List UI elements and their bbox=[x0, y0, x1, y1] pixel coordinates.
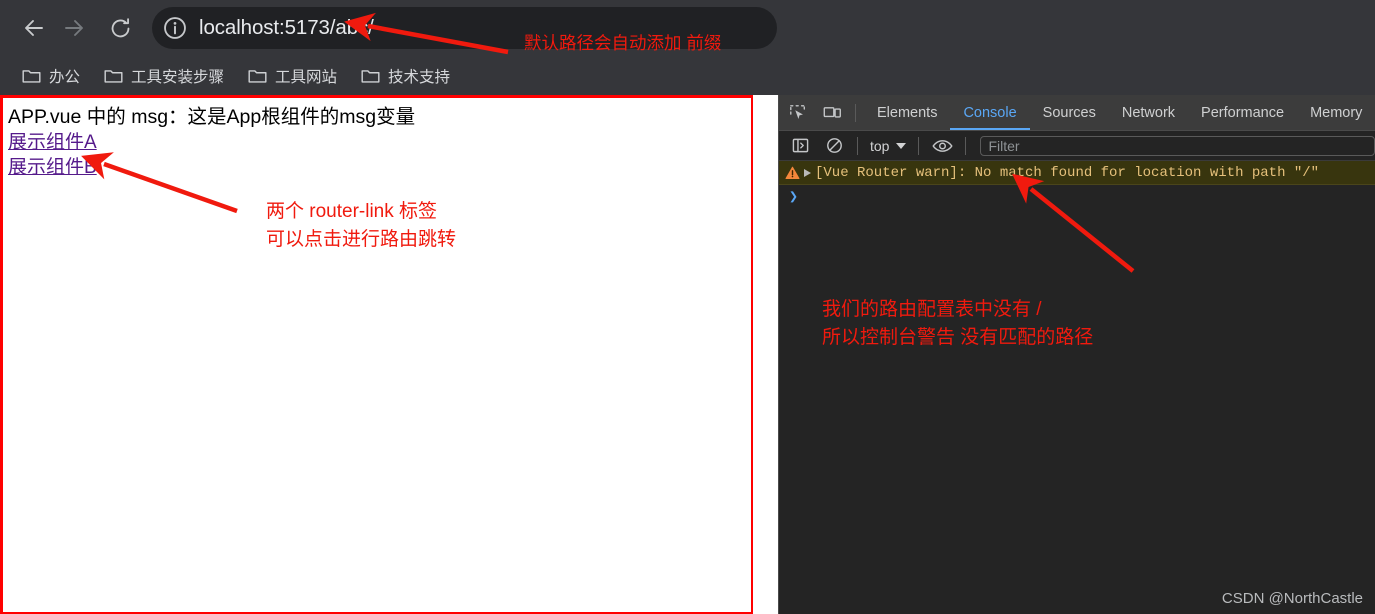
app-content: APP.vue 中的 msg：这是App根组件的msg变量 展示组件A 展示组件… bbox=[6, 101, 753, 180]
bookmark-item-tech-support[interactable]: 技术支持 bbox=[353, 62, 458, 90]
reload-icon bbox=[111, 17, 129, 37]
arrow-left-icon bbox=[25, 20, 43, 36]
bookmark-item-tool-sites[interactable]: 工具网站 bbox=[240, 62, 345, 90]
bookmarks-bar: 办公 工具安装步骤 工具网站 技术支持 bbox=[0, 56, 1375, 95]
device-toolbar-icon bbox=[823, 106, 841, 118]
bookmark-label: 工具网站 bbox=[275, 68, 338, 86]
browser-chrome: localhost:5173/abc/ 办公 工具安装步骤 工具网站 技术支持 bbox=[0, 0, 1375, 95]
disclosure-triangle-icon[interactable] bbox=[804, 168, 811, 177]
router-link-component-b[interactable]: 展示组件B bbox=[8, 155, 97, 180]
router-link-component-a[interactable]: 展示组件A bbox=[8, 130, 97, 155]
folder-icon bbox=[104, 70, 123, 83]
screenshot-root: localhost:5173/abc/ 办公 工具安装步骤 工具网站 技术支持 … bbox=[0, 0, 1375, 614]
live-expression-button[interactable] bbox=[927, 132, 957, 160]
console-sidebar-icon bbox=[792, 138, 808, 153]
tab-memory[interactable]: Memory bbox=[1297, 95, 1375, 130]
console-warning-message[interactable]: [Vue Router warn]: No match found for lo… bbox=[779, 161, 1375, 185]
back-button[interactable] bbox=[14, 8, 54, 48]
toolbar-divider bbox=[855, 103, 856, 122]
inspect-element-button[interactable] bbox=[783, 99, 813, 127]
folder-icon bbox=[22, 70, 41, 83]
clear-console-button[interactable] bbox=[819, 132, 849, 160]
url-text[interactable]: localhost:5173/abc/ bbox=[199, 16, 374, 40]
folder-icon bbox=[361, 70, 380, 83]
tab-performance[interactable]: Performance bbox=[1188, 95, 1297, 130]
forward-button[interactable] bbox=[54, 8, 94, 48]
reload-button[interactable] bbox=[100, 8, 140, 48]
tab-elements[interactable]: Elements bbox=[864, 95, 950, 130]
console-context-value: top bbox=[870, 137, 890, 154]
console-context-selector[interactable]: top bbox=[866, 138, 910, 154]
chevron-down-icon bbox=[896, 142, 907, 149]
console-toolbar-divider-3 bbox=[965, 136, 967, 155]
console-toolbar-divider-2 bbox=[918, 136, 920, 155]
bookmark-item-office[interactable]: 办公 bbox=[14, 62, 88, 90]
bookmark-item-tool-install[interactable]: 工具安装步骤 bbox=[96, 62, 232, 90]
console-input-prompt[interactable]: ❯ bbox=[779, 185, 1375, 207]
eye-icon bbox=[932, 139, 953, 152]
console-sidebar-toggle-button[interactable] bbox=[785, 132, 815, 160]
tab-network[interactable]: Network bbox=[1109, 95, 1188, 130]
prompt-caret-icon: ❯ bbox=[789, 188, 799, 206]
folder-icon bbox=[248, 70, 267, 83]
clear-console-icon bbox=[826, 138, 842, 153]
warning-triangle-icon bbox=[785, 166, 800, 180]
bookmark-label: 技术支持 bbox=[388, 68, 451, 86]
console-message-list: [Vue Router warn]: No match found for lo… bbox=[779, 161, 1375, 613]
bookmark-label: 工具安装步骤 bbox=[131, 68, 225, 86]
arrow-right-icon bbox=[65, 20, 83, 36]
page-viewport: APP.vue 中的 msg：这是App根组件的msg变量 展示组件A 展示组件… bbox=[0, 95, 778, 614]
devtools-panel: Elements Console Sources Network Perform… bbox=[778, 95, 1375, 614]
tab-sources[interactable]: Sources bbox=[1030, 95, 1109, 130]
console-filter-input[interactable] bbox=[980, 135, 1375, 156]
address-bar[interactable]: localhost:5173/abc/ bbox=[152, 7, 777, 49]
console-toolbar: top bbox=[779, 131, 1375, 161]
tab-console[interactable]: Console bbox=[950, 95, 1029, 130]
console-warning-text: [Vue Router warn]: No match found for lo… bbox=[815, 164, 1320, 181]
info-circle-icon bbox=[164, 17, 186, 39]
app-container: APP.vue 中的 msg：这是App根组件的msg变量 展示组件A 展示组件… bbox=[0, 95, 753, 614]
app-msg-text: APP.vue 中的 msg：这是App根组件的msg变量 bbox=[8, 106, 416, 128]
browser-toolbar: localhost:5173/abc/ bbox=[0, 0, 1375, 56]
inspect-element-icon bbox=[790, 104, 805, 119]
bookmark-label: 办公 bbox=[49, 68, 81, 86]
watermark-text: CSDN @NorthCastle bbox=[1221, 590, 1363, 607]
site-info-button[interactable] bbox=[160, 13, 190, 43]
devtools-tabbar: Elements Console Sources Network Perform… bbox=[779, 95, 1375, 131]
console-toolbar-divider-1 bbox=[857, 136, 858, 155]
device-toolbar-button[interactable] bbox=[817, 99, 847, 127]
